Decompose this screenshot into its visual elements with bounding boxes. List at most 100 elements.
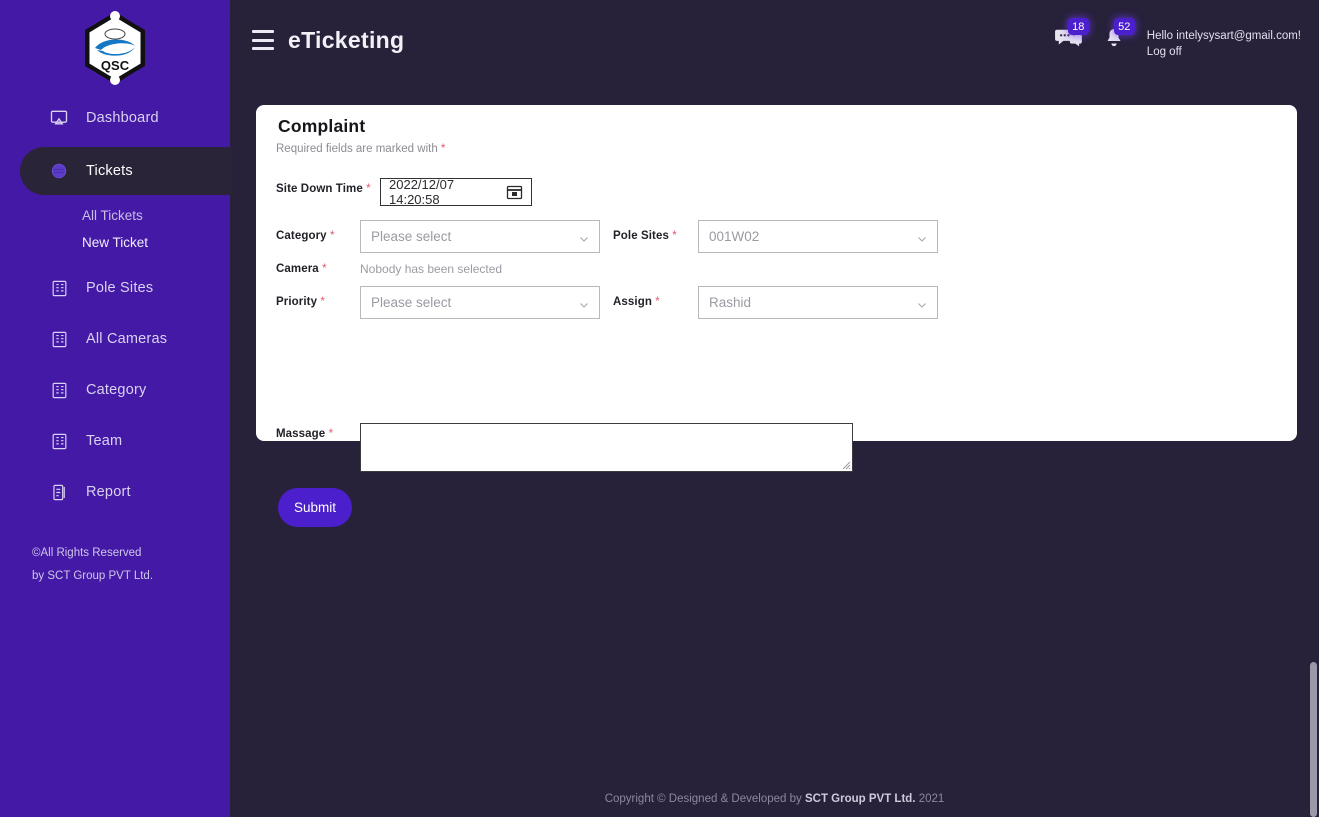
sidebar-nav: Dashboard Tickets All Tickets New Ticket [0, 96, 232, 521]
sidebar-copyright: ©All Rights Reserved by SCT Group PVT Lt… [32, 542, 222, 588]
required-star: * [366, 183, 371, 195]
site-down-time-input[interactable]: 2022/12/07 14:20:58 [380, 177, 532, 207]
camera-empty-hint: Nobody has been selected [360, 262, 503, 276]
messages-button[interactable]: 18 [1045, 18, 1091, 64]
required-star: * [322, 263, 327, 275]
complaint-card: Complaint Required fields are marked wit… [256, 105, 1297, 527]
sidebar-item-label: Tickets [86, 163, 133, 179]
logoff-link[interactable]: Log off [1147, 44, 1301, 60]
clipboard-icon [48, 481, 70, 503]
required-star: * [329, 230, 335, 242]
sidebar-subitem-all-tickets[interactable]: All Tickets [0, 202, 230, 229]
sidebar-item-team[interactable]: Team [0, 419, 230, 463]
massage-textarea-wrap[interactable] [360, 423, 853, 472]
required-fields-note: Required fields are marked with * [276, 143, 445, 155]
sidebar-item-dashboard[interactable]: Dashboard [0, 96, 230, 140]
user-block: Hello intelysysart@gmail.com! Log off [1147, 28, 1301, 60]
qsc-logo[interactable]: QSC [77, 10, 153, 86]
category-value: Please select [371, 229, 452, 244]
top-bar: eTicketing 18 52 Hello intelysysart@gmai… [230, 0, 1319, 82]
sidebar-item-label: All Cameras [86, 331, 168, 347]
footer: Copyright © Designed & Developed by SCT … [230, 793, 1319, 805]
priority-value: Please select [371, 295, 452, 310]
sidebar-item-label: Category [86, 382, 147, 398]
required-star: * [320, 296, 325, 308]
chevron-down-icon [579, 298, 589, 308]
messages-badge: 18 [1067, 18, 1089, 35]
page-title: eTicketing [288, 27, 405, 53]
top-bar-right: 18 52 Hello intelysysart@gmail.com! Log … [1045, 18, 1301, 64]
hamburger-bar [252, 30, 274, 33]
label-text: Site Down Time [276, 183, 363, 195]
category-select[interactable]: Please select [360, 220, 600, 253]
page-scrollbar-track[interactable] [1308, 0, 1319, 817]
notifications-badge: 52 [1113, 18, 1135, 35]
hamburger-bar [252, 47, 274, 50]
assign-value: Rashid [709, 295, 752, 310]
sidebar-item-report[interactable]: Report [0, 470, 230, 514]
label-text: Camera [276, 263, 319, 275]
sidebar: QSC Dashboard Tickets All Tickets New Ti… [0, 0, 232, 817]
tickets-subnav: All Tickets New Ticket [0, 202, 230, 256]
label-text: Pole Sites [613, 230, 669, 242]
list-card-icon [48, 430, 70, 452]
sidebar-item-label: Team [86, 433, 123, 449]
sidebar-item-label: Report [86, 484, 131, 500]
monitor-icon [48, 107, 70, 129]
greeting-text: Hello intelysysart@gmail.com! [1146, 30, 1301, 42]
category-label: Category * [276, 230, 335, 242]
required-note-star: * [440, 143, 446, 155]
notifications-button[interactable]: 52 [1091, 18, 1137, 64]
svg-text:QSC: QSC [101, 58, 130, 73]
chevron-down-icon [917, 298, 927, 308]
massage-label: Massage * [276, 428, 333, 440]
resize-grip-icon[interactable] [838, 457, 851, 470]
site-down-time-label: Site Down Time * [276, 183, 376, 195]
pole-sites-value: 001W02 [709, 229, 760, 244]
assign-select[interactable]: Rashid [698, 286, 938, 319]
main-area: eTicketing 18 52 Hello intelysysart@gmai… [230, 0, 1319, 817]
hamburger-bar [252, 38, 274, 42]
list-card-icon [48, 277, 70, 299]
footer-company: SCT Group PVT Ltd. [804, 793, 916, 805]
required-note-text: Required fields are marked with [276, 143, 438, 155]
pole-sites-label: Pole Sites * [613, 230, 677, 242]
list-card-icon [48, 328, 70, 350]
app-root: QSC Dashboard Tickets All Tickets New Ti… [0, 0, 1319, 817]
site-down-time-value: 2022/12/07 14:20:58 [389, 177, 455, 207]
massage-textarea[interactable] [361, 424, 852, 471]
card-title: Complaint [278, 116, 366, 136]
label-text: Category [276, 230, 327, 242]
sidebar-item-category[interactable]: Category [0, 368, 230, 412]
priority-select[interactable]: Please select [360, 286, 600, 319]
logo-container: QSC [0, 10, 230, 86]
sidebar-subitem-new-ticket[interactable]: New Ticket [0, 229, 230, 256]
ticket-icon [48, 160, 70, 182]
footer-prefix: Copyright © Designed & Developed by [604, 793, 802, 805]
chevron-down-icon [579, 232, 589, 242]
copyright-line-2: by SCT Group PVT Ltd. [32, 570, 154, 582]
sidebar-item-label: Dashboard [86, 110, 159, 126]
required-star: * [672, 230, 677, 242]
list-card-icon [48, 379, 70, 401]
copyright-line-1: ©All Rights Reserved [32, 547, 142, 559]
footer-year: 2021 [918, 793, 945, 805]
page-scrollbar-thumb[interactable] [1310, 662, 1317, 817]
hamburger-icon[interactable] [252, 30, 278, 50]
qsc-logo-icon: QSC [85, 11, 145, 85]
sidebar-item-label: Pole Sites [86, 280, 154, 296]
assign-label: Assign * [613, 296, 660, 308]
chevron-down-icon [917, 232, 927, 242]
priority-label: Priority * [276, 296, 325, 308]
required-star: * [328, 428, 334, 440]
sidebar-item-tickets[interactable]: Tickets [20, 147, 232, 195]
sidebar-item-pole-sites[interactable]: Pole Sites [0, 266, 230, 310]
pole-sites-select[interactable]: 001W02 [698, 220, 938, 253]
calendar-icon[interactable] [506, 184, 523, 200]
sidebar-item-all-cameras[interactable]: All Cameras [0, 317, 230, 361]
label-text: Assign [613, 296, 652, 308]
label-text: Priority [276, 296, 318, 308]
submit-button[interactable]: Submit [278, 488, 352, 527]
required-star: * [655, 296, 660, 308]
camera-label: Camera * [276, 263, 327, 275]
